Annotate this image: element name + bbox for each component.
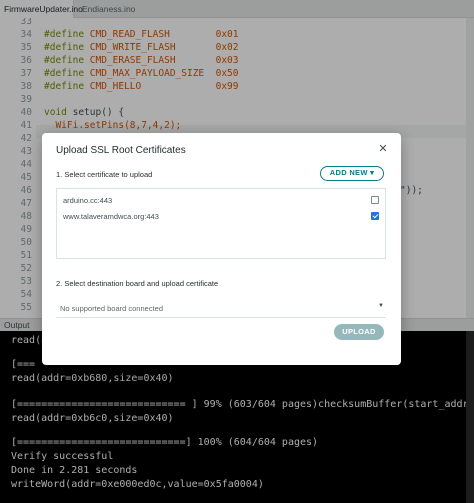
close-icon[interactable]: ✕ (376, 142, 390, 156)
board-select[interactable]: No supported board connected ▼ (56, 298, 386, 318)
certificate-checkbox[interactable] (371, 196, 379, 204)
upload-ssl-dialog: Upload SSL Root Certificates ✕ 1. Select… (42, 133, 401, 365)
caret-down-icon: ▾ (370, 168, 375, 177)
dropdown-arrow-icon: ▼ (378, 303, 384, 309)
upload-button[interactable]: UPLOAD (334, 324, 384, 340)
certificate-label: www.talaveramdwca.org:443 (63, 212, 159, 221)
certificate-list: arduino.cc:443 www.talaveramdwca.org:443 (56, 188, 386, 259)
dialog-title: Upload SSL Root Certificates (56, 145, 186, 156)
step-select-certificate: 1. Select certificate to upload (56, 170, 153, 179)
add-new-label: ADD NEW (329, 168, 368, 177)
board-select-value: No supported board connected (60, 304, 163, 313)
step-select-board: 2. Select destination board and upload c… (56, 279, 219, 288)
list-item[interactable]: arduino.cc:443 (57, 193, 385, 209)
certificate-label: arduino.cc:443 (63, 196, 113, 205)
add-new-button[interactable]: ADD NEW ▾ (320, 166, 384, 181)
certificate-checkbox[interactable] (371, 212, 379, 220)
list-item[interactable]: www.talaveramdwca.org:443 (57, 209, 385, 225)
